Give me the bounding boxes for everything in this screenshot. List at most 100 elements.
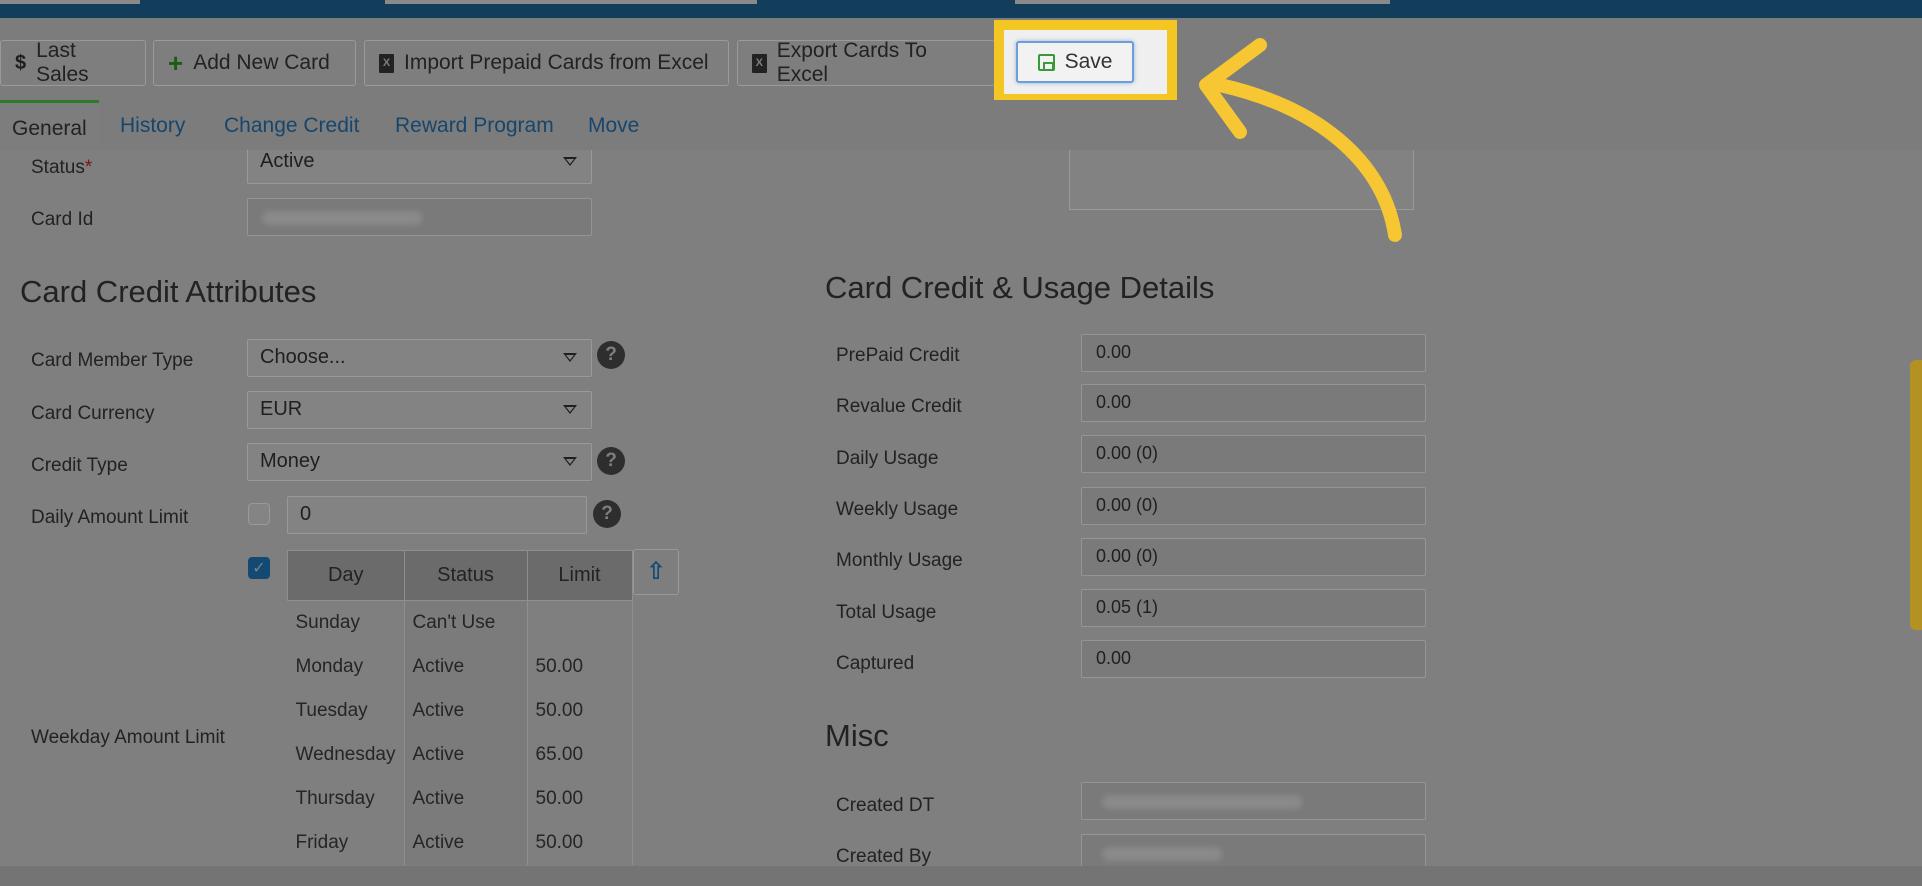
- limit-cell[interactable]: 50.00: [527, 820, 633, 865]
- prepaid-credit-label: PrePaid Credit: [836, 345, 960, 366]
- limit-cell[interactable]: [527, 600, 633, 645]
- card-id-field[interactable]: [247, 198, 592, 236]
- created-by-label: Created By: [836, 846, 932, 866]
- daily-limit-value: 0: [300, 503, 312, 525]
- bottom-bar: [0, 866, 1922, 886]
- day-cell: Thursday: [287, 776, 405, 821]
- required-marker: *: [84, 157, 93, 178]
- table-row[interactable]: Friday Active 50.00: [287, 820, 633, 865]
- status-label: Status*: [31, 157, 92, 179]
- export-excel-button[interactable]: X Export Cards To Excel: [737, 39, 995, 86]
- header-field[interactable]: [385, 0, 757, 4]
- weekday-limit-label: Weekday Amount Limit: [31, 727, 225, 748]
- table-row[interactable]: Tuesday Active 50.00: [287, 688, 633, 733]
- created-by-field: [1081, 834, 1426, 866]
- tab-bar: General History Change Credit Reward Pro…: [0, 100, 1922, 150]
- member-type-value: Choose...: [260, 346, 346, 368]
- credit-attributes-heading: Card Credit Attributes: [20, 274, 317, 309]
- tab-general[interactable]: General: [0, 100, 99, 150]
- plus-icon: +: [168, 47, 184, 78]
- day-cell: Tuesday: [287, 688, 405, 733]
- usage-details-heading: Card Credit & Usage Details: [825, 270, 1215, 305]
- table-row[interactable]: Sunday Can't Use: [287, 600, 633, 645]
- tab-reward-program[interactable]: Reward Program: [395, 114, 554, 138]
- redacted-value: [262, 211, 422, 225]
- tab-change-credit[interactable]: Change Credit: [224, 114, 359, 138]
- status-label-text: Status: [31, 157, 85, 178]
- captured-field: 0.00: [1081, 640, 1426, 678]
- daily-limit-input[interactable]: 0: [287, 496, 587, 534]
- revalue-credit-field: 0.00: [1081, 384, 1426, 422]
- daily-usage-label: Daily Usage: [836, 448, 939, 469]
- limit-cell[interactable]: 50.00: [527, 688, 633, 733]
- member-type-select[interactable]: Choose...: [247, 339, 592, 377]
- chevron-down-icon: [563, 405, 577, 414]
- monthly-usage-label: Monthly Usage: [836, 550, 963, 571]
- status-cell[interactable]: Active: [404, 776, 528, 821]
- excel-file-icon: X: [379, 53, 394, 73]
- status-cell[interactable]: Active: [404, 820, 528, 865]
- import-excel-label: Import Prepaid Cards from Excel: [404, 51, 709, 74]
- toolbar: $ Last Sales + Add New Card X Import Pre…: [0, 18, 1922, 102]
- column-header-day: Day: [287, 550, 405, 601]
- table-row[interactable]: Wednesday Active 65.00: [287, 732, 633, 777]
- help-icon[interactable]: ?: [597, 341, 625, 369]
- floppy-disk-icon: [1037, 53, 1055, 71]
- excel-file-icon: X: [752, 53, 767, 73]
- day-cell: Wednesday: [287, 732, 405, 777]
- currency-value: EUR: [260, 398, 303, 420]
- add-new-card-button[interactable]: + Add New Card: [153, 40, 356, 86]
- save-label: Save: [1064, 50, 1113, 73]
- status-cell[interactable]: Active: [404, 644, 528, 689]
- credit-type-value: Money: [260, 450, 321, 472]
- import-excel-button[interactable]: X Import Prepaid Cards from Excel: [364, 40, 729, 86]
- weekday-limit-checkbox[interactable]: ✓: [248, 557, 270, 579]
- table-row[interactable]: Thursday Active 50.00: [287, 776, 633, 821]
- chevron-down-icon: [563, 353, 577, 362]
- limit-cell[interactable]: 50.00: [527, 644, 633, 689]
- last-sales-label: Last Sales: [36, 39, 89, 86]
- total-usage-field: 0.05 (1): [1081, 589, 1426, 627]
- last-sales-button[interactable]: $ Last Sales: [0, 39, 146, 86]
- currency-label: Card Currency: [31, 403, 155, 424]
- save-highlight: Save: [994, 20, 1177, 104]
- day-cell: Monday: [287, 644, 405, 689]
- daily-limit-checkbox[interactable]: [248, 503, 270, 525]
- currency-select[interactable]: EUR: [247, 391, 592, 429]
- column-header-status: Status: [403, 550, 528, 601]
- help-icon[interactable]: ?: [597, 447, 625, 475]
- total-usage-label: Total Usage: [836, 602, 937, 623]
- status-select[interactable]: Active: [247, 150, 592, 184]
- status-value: Active: [260, 150, 315, 172]
- status-cell[interactable]: Active: [404, 688, 528, 733]
- pointer-arrow-icon: [1199, 38, 1402, 242]
- credit-type-select[interactable]: Money: [247, 443, 592, 481]
- upload-icon[interactable]: ⇧: [633, 549, 679, 595]
- add-new-card-label: Add New Card: [193, 51, 330, 74]
- prepaid-credit-field: 0.00: [1081, 334, 1426, 372]
- status-cell[interactable]: Active: [404, 732, 528, 777]
- header-field[interactable]: [0, 0, 140, 4]
- limit-cell[interactable]: 50.00: [527, 776, 633, 821]
- column-header-limit: Limit: [526, 550, 633, 601]
- created-dt-field: [1081, 782, 1426, 820]
- monthly-usage-field: 0.00 (0): [1081, 538, 1426, 576]
- created-dt-label: Created DT: [836, 795, 935, 816]
- save-button[interactable]: Save: [1016, 41, 1134, 83]
- day-cell: Friday: [287, 820, 405, 865]
- member-type-label: Card Member Type: [31, 350, 194, 371]
- side-scroll-handle[interactable]: [1910, 360, 1922, 630]
- captured-label: Captured: [836, 653, 915, 674]
- revalue-credit-label: Revalue Credit: [836, 396, 962, 417]
- general-form: Status* Active Card Id Card Credit Attri…: [0, 150, 1922, 866]
- status-cell[interactable]: Can't Use: [404, 600, 528, 645]
- tab-history[interactable]: History: [120, 114, 185, 138]
- header-field[interactable]: [1015, 0, 1390, 4]
- daily-usage-field: 0.00 (0): [1081, 435, 1426, 473]
- misc-heading: Misc: [825, 718, 889, 753]
- redacted-value: [1102, 795, 1302, 809]
- tab-move[interactable]: Move: [588, 114, 639, 138]
- limit-cell[interactable]: 65.00: [527, 732, 633, 777]
- help-icon[interactable]: ?: [593, 500, 621, 528]
- table-row[interactable]: Monday Active 50.00: [287, 644, 633, 689]
